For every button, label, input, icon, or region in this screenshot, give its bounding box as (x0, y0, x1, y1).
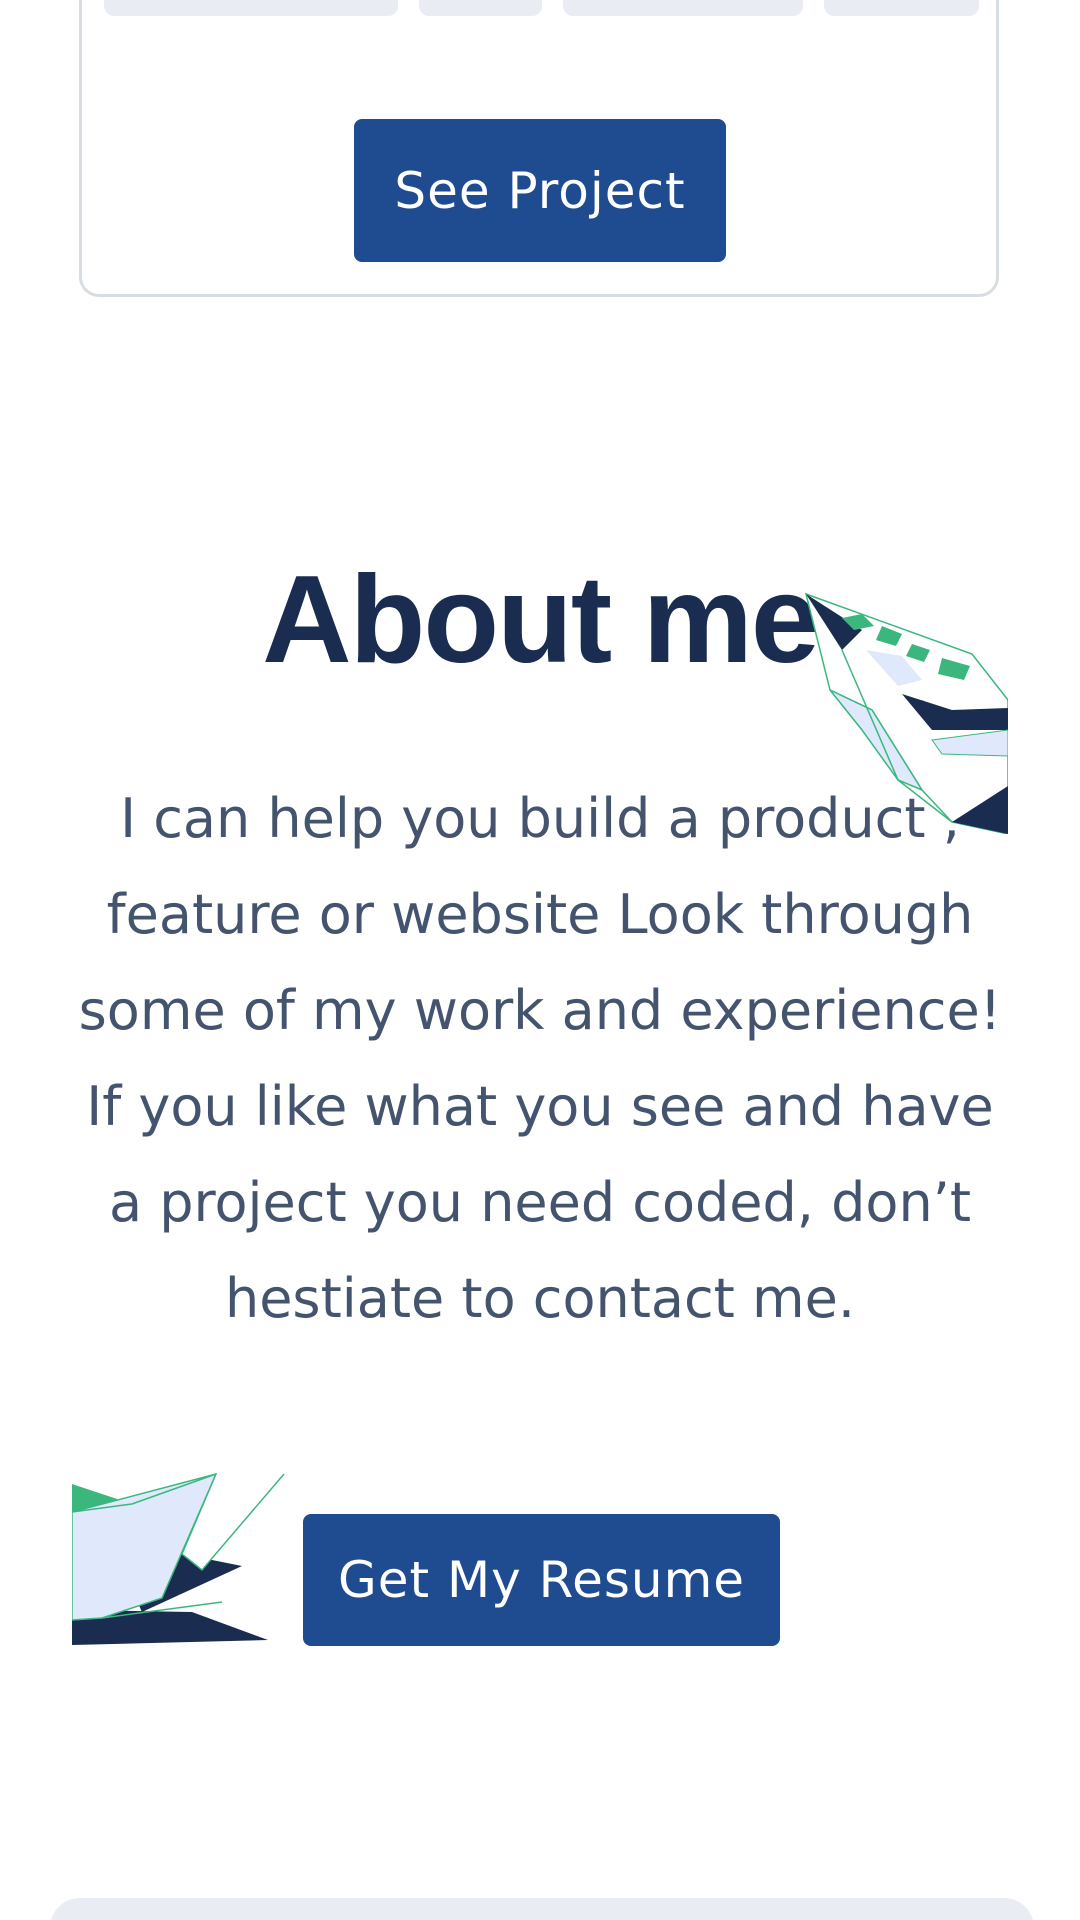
project-card: See Project (79, 0, 999, 297)
about-description: I can help you build a product , feature… (78, 787, 1002, 1330)
see-project-button[interactable]: See Project (354, 119, 726, 262)
tech-tag (824, 0, 979, 16)
tech-tag (104, 0, 398, 16)
tech-tag (563, 0, 803, 16)
next-section-card (50, 1898, 1034, 1920)
get-resume-button[interactable]: Get My Resume (303, 1514, 780, 1646)
tech-tag (419, 0, 542, 16)
paper-plane-icon (72, 1472, 285, 1645)
page: See Project About me I can help you buil… (0, 0, 1080, 1920)
